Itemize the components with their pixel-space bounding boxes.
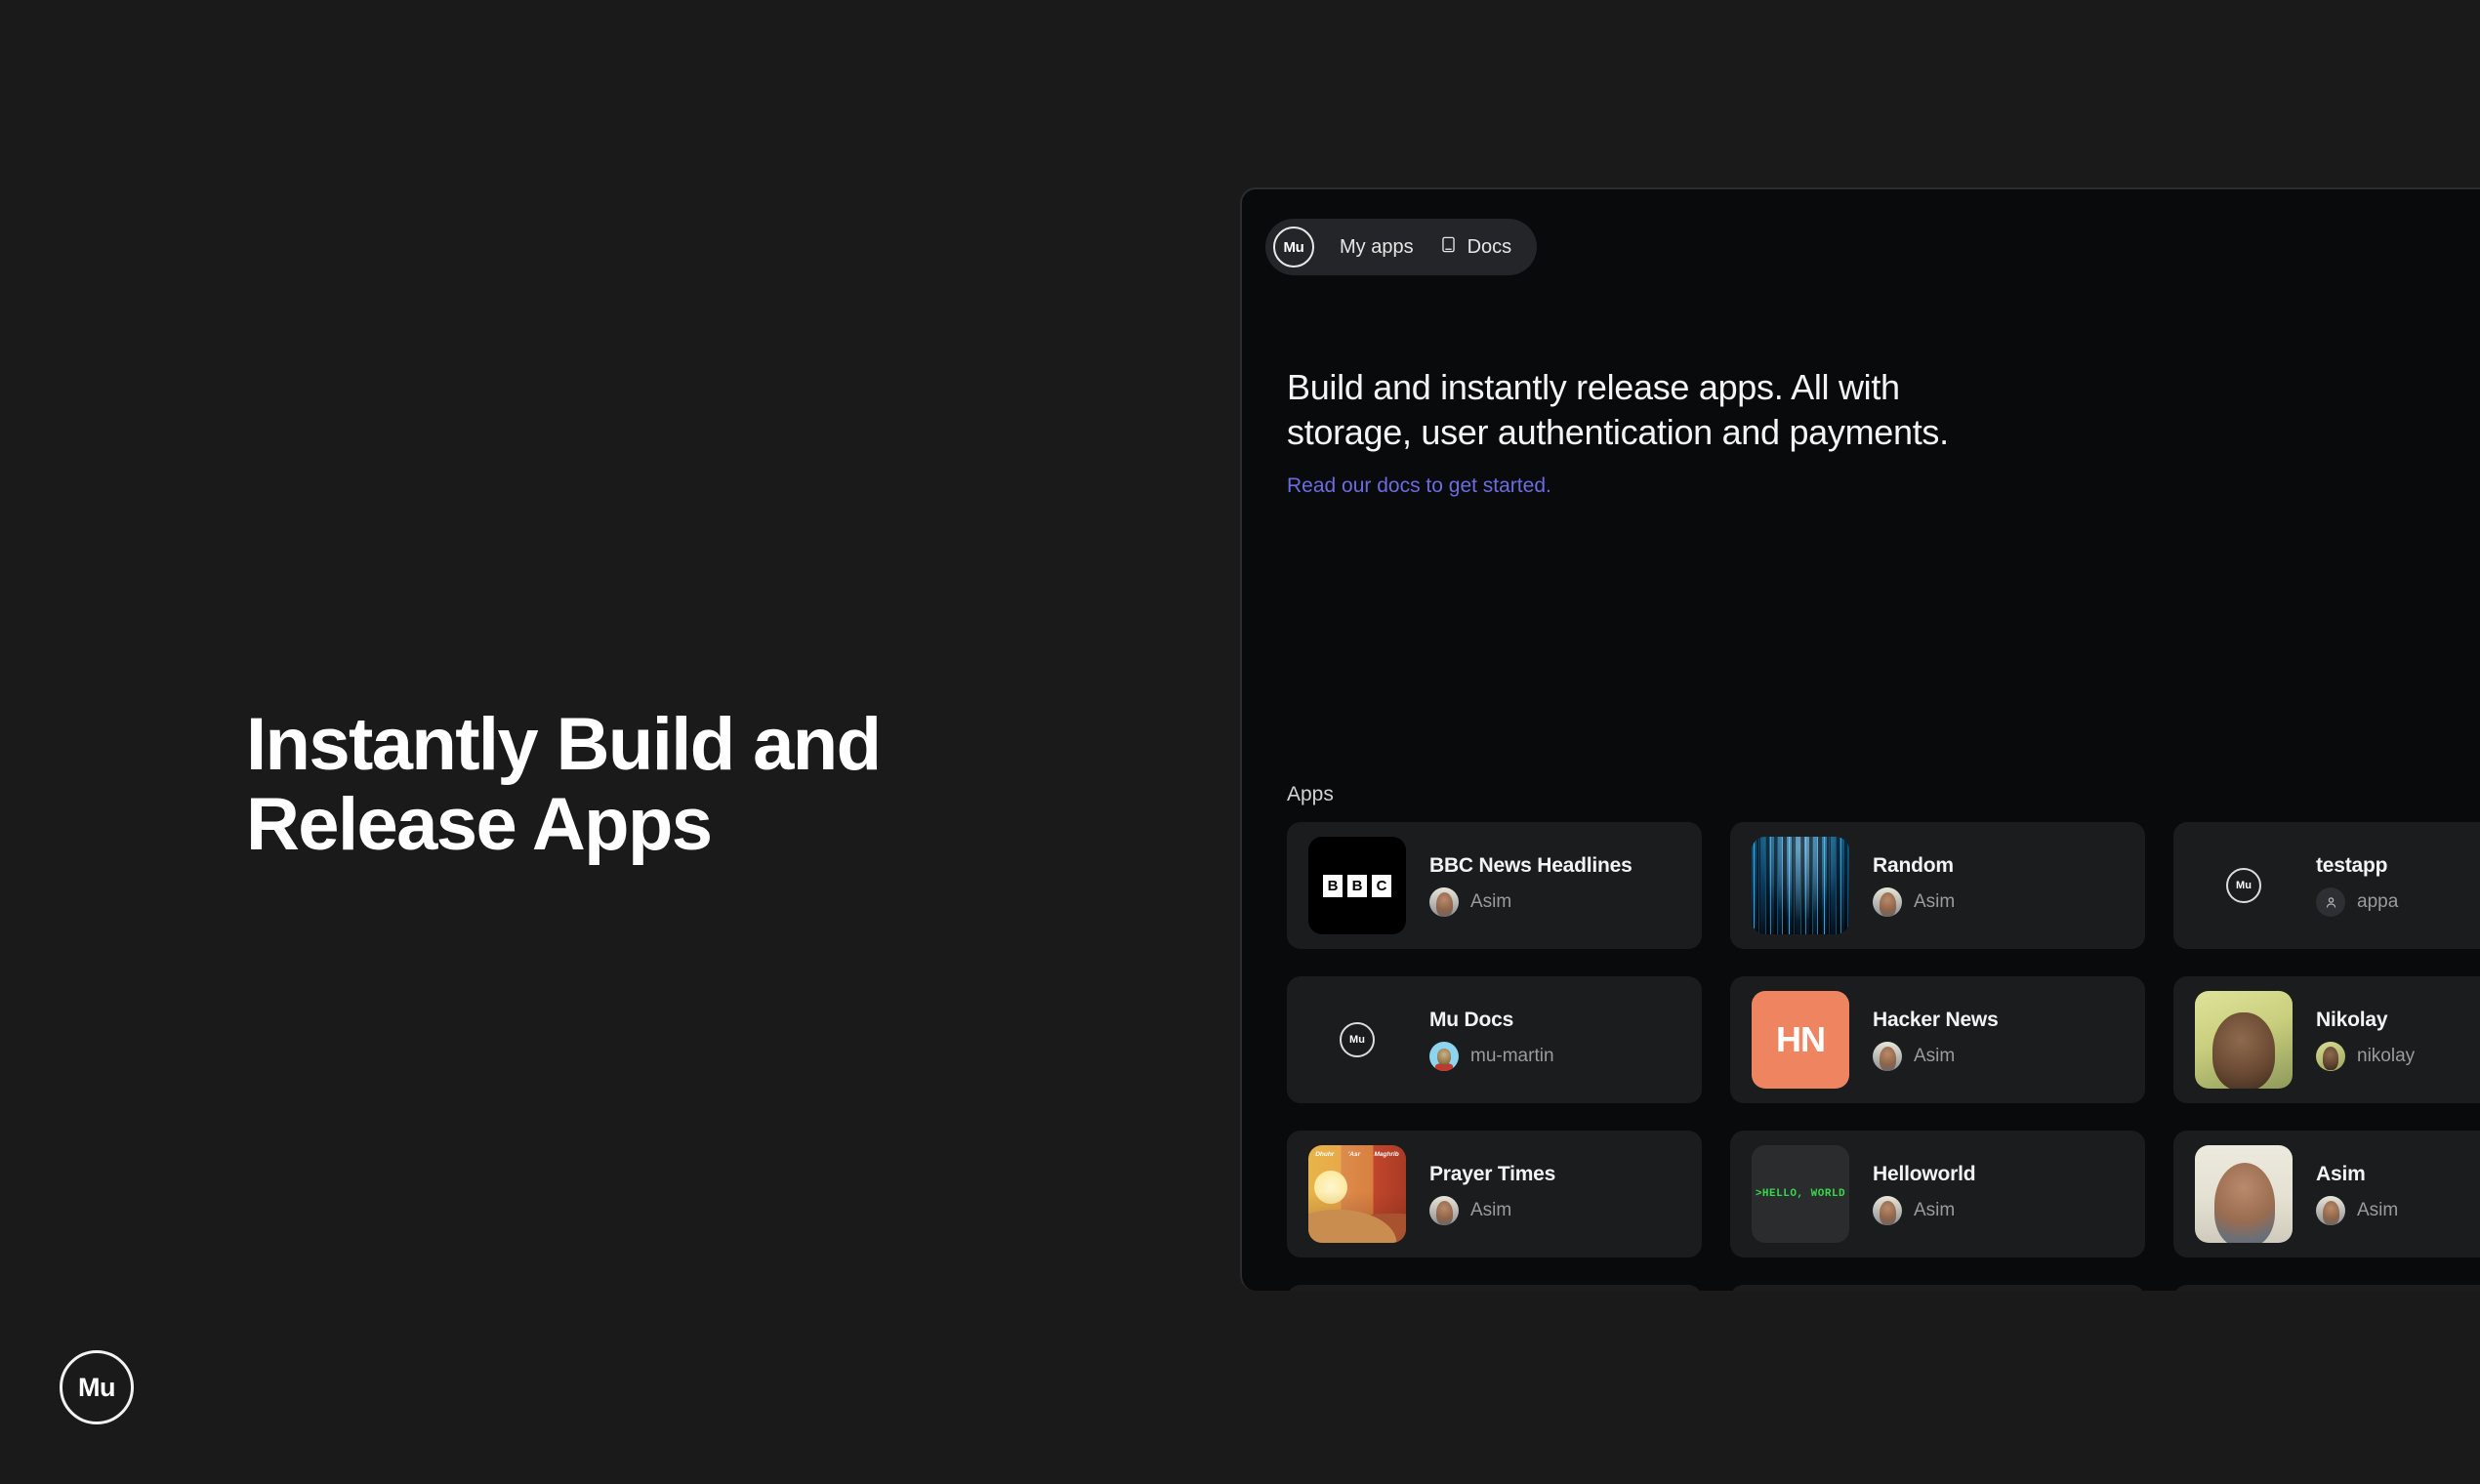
app-owner-name: appa (2357, 891, 2399, 912)
app-owner: mu-martin (1429, 1042, 1554, 1071)
app-card[interactable]: B B C BBC News Headlines Asim (1287, 822, 1702, 949)
avatar (2316, 887, 2345, 917)
mu-mark: Mu (1340, 1022, 1375, 1057)
mu-placeholder-icon: Mu (2195, 837, 2293, 934)
prayer-label: Dhuhr (1315, 1151, 1335, 1158)
digital-rain-icon (1752, 837, 1849, 934)
hacker-news-icon: HN (1752, 991, 1849, 1089)
navigation-bar: Mu My apps Docs (1265, 219, 1538, 275)
app-title: Prayer Times (1429, 1163, 1556, 1185)
app-title: Nikolay (2316, 1009, 2388, 1031)
app-owner: Asim (1429, 887, 1633, 917)
app-owner: Asim (1873, 1042, 1999, 1071)
lead-section: Build and instantly release apps. All wi… (1287, 365, 2009, 498)
brand-logo-text: Mu (78, 1372, 115, 1402)
bbc-letter: B (1323, 874, 1343, 897)
app-card[interactable]: HN Hacker News Asim (1730, 976, 2145, 1103)
app-owner: Asim (1873, 1196, 1975, 1225)
portrait-photo-icon (2195, 991, 2293, 1089)
app-owner-name: nikolay (2357, 1046, 2416, 1066)
app-card[interactable]: Mu testapp appa (2173, 822, 2480, 949)
avatar (2316, 1196, 2345, 1225)
avatar (1873, 1042, 1902, 1071)
prayer-labels: Dhuhr 'Asr Maghrib (1308, 1151, 1406, 1158)
terminal-text: >HELLO, WORLD (1755, 1188, 1846, 1200)
avatar (1429, 1196, 1459, 1225)
app-owner-name: Asim (1470, 891, 1512, 912)
mu-mark: Mu (2226, 868, 2261, 903)
app-card[interactable]: Random Asim (1730, 822, 2145, 949)
desert-sunset-icon: Dhuhr 'Asr Maghrib (1308, 1145, 1406, 1243)
avatar (1873, 887, 1902, 917)
app-card[interactable]: tbfm (chrome) anxion (1287, 1285, 1702, 1291)
prayer-label: Maghrib (1374, 1151, 1399, 1158)
app-owner: Asim (2316, 1196, 2398, 1225)
app-owner: Asim (1873, 887, 1955, 917)
nav-item-my-apps-label: My apps (1340, 235, 1414, 258)
app-title: testapp (2316, 854, 2388, 877)
book-icon (1439, 235, 1458, 260)
mu-placeholder-icon: Mu (1308, 991, 1406, 1089)
app-card[interactable]: Mu Mu Docs mu-martin (1287, 976, 1702, 1103)
bbc-logo-icon: B B C (1308, 837, 1406, 934)
nav-item-my-apps[interactable]: My apps (1340, 236, 1414, 259)
lead-title: Build and instantly release apps. All wi… (1287, 367, 1949, 453)
app-preview-panel: Mu My apps Docs Build and instantly rele… (1240, 187, 2480, 1291)
avatar (1873, 1196, 1902, 1225)
prayer-label: 'Asr (1347, 1151, 1361, 1158)
nav-logo-text: Mu (1283, 238, 1304, 256)
brand-logo-badge: Mu (60, 1350, 134, 1424)
docs-link[interactable]: Read our docs to get started. (1287, 474, 1551, 498)
app-title: Mu Docs (1429, 1009, 1514, 1031)
app-owner-name: Asim (1914, 891, 1956, 912)
app-title: Random (1873, 854, 1954, 877)
nav-item-docs-label: Docs (1467, 235, 1512, 258)
app-owner: appa (2316, 887, 2398, 917)
page-root: Instantly Build and Release Apps Mu Mu M… (0, 0, 2480, 1484)
apps-section-label: Apps (1287, 783, 1334, 805)
app-owner-name: Asim (1914, 1046, 1956, 1066)
hn-mark: HN (1776, 1019, 1826, 1059)
app-title: Helloworld (1873, 1163, 1976, 1185)
photo-asim-icon (2195, 1145, 2293, 1243)
app-owner-name: Asim (1914, 1200, 1956, 1220)
avatar (1429, 1042, 1459, 1071)
apps-grid: B B C BBC News Headlines Asim Random Asi… (1287, 822, 2480, 1291)
app-owner-name: mu-martin (1470, 1046, 1554, 1066)
app-card[interactable]: Mu What's my IP? ac1556 (1730, 1285, 2145, 1291)
page-title: Instantly Build and Release Apps (246, 703, 882, 867)
bbc-letter: B (1347, 874, 1367, 897)
app-card[interactable]: Dhuhr 'Asr Maghrib Prayer Times Asim (1287, 1131, 1702, 1257)
app-owner-name: Asim (2357, 1200, 2399, 1220)
app-title: Asim (2316, 1163, 2366, 1185)
app-title: BBC News Headlines (1429, 854, 1633, 877)
avatar (1429, 887, 1459, 917)
app-owner-name: Asim (1470, 1200, 1512, 1220)
app-card[interactable]: Nikolay nikolay (2173, 976, 2480, 1103)
app-owner: Asim (1429, 1196, 1555, 1225)
app-title: Hacker News (1873, 1009, 1999, 1031)
app-card[interactable]: >HELLO, WORLD Helloworld Asim (1730, 1131, 2145, 1257)
app-owner: nikolay (2316, 1042, 2415, 1071)
nav-logo[interactable]: Mu (1273, 227, 1314, 268)
nav-item-docs[interactable]: Docs (1439, 235, 1512, 260)
app-card[interactable]: eedback Feedback mu-martin (2173, 1285, 2480, 1291)
app-card[interactable]: Asim Asim (2173, 1131, 2480, 1257)
dunes-shape (1308, 1192, 1406, 1243)
terminal-icon: >HELLO, WORLD (1752, 1145, 1849, 1243)
avatar (2316, 1042, 2345, 1071)
hero-section: Instantly Build and Release Apps (246, 703, 1125, 867)
bbc-letter: C (1372, 874, 1391, 897)
